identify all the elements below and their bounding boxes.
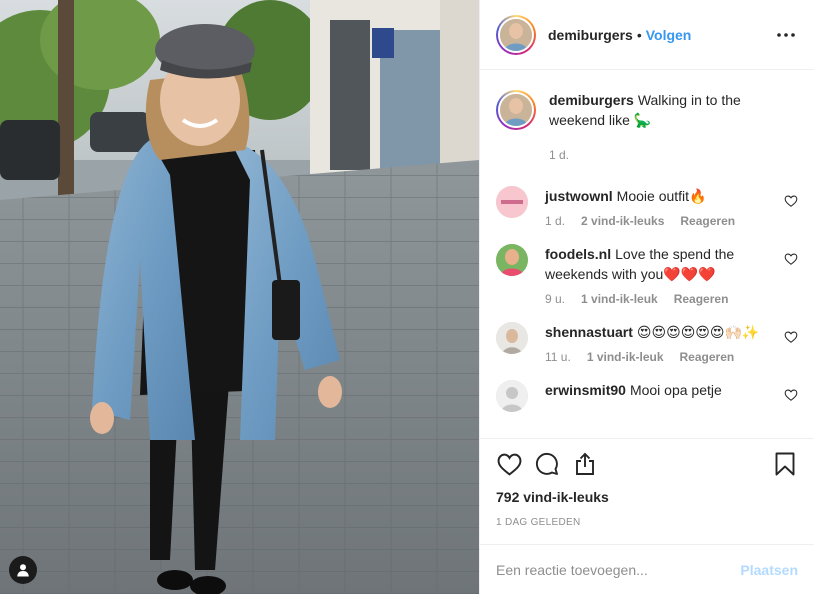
- comment-like-heart-icon[interactable]: [784, 330, 798, 344]
- comment-age[interactable]: 9 u.: [545, 292, 565, 306]
- comment-text: 😍😍😍😍😍😍🙌🏻✨: [636, 324, 760, 340]
- reply-button[interactable]: Reageren: [674, 292, 729, 306]
- comment-likes[interactable]: 1 vind-ik-leuk: [581, 292, 658, 306]
- caption: demiburgers Walking in to the weekend lik…: [496, 90, 798, 162]
- comment-avatar[interactable]: [496, 380, 528, 412]
- comment-text: Mooie outfit🔥: [616, 188, 707, 204]
- post-dialog: demiburgers • Volgen demiburgers Walking…: [0, 0, 814, 594]
- reply-button[interactable]: Reageren: [680, 214, 735, 228]
- caption-avatar[interactable]: [496, 90, 536, 130]
- post-actions: 792 vind-ik-leuks 1 DAG GELEDEN: [480, 438, 814, 544]
- comments-list[interactable]: demiburgers Walking in to the weekend lik…: [480, 70, 814, 438]
- comment-username[interactable]: erwinsmit90: [545, 382, 626, 398]
- user-tag-icon: [17, 564, 29, 577]
- likes-count[interactable]: 792 vind-ik-leuks: [496, 489, 798, 505]
- comment-like-heart-icon[interactable]: [784, 252, 798, 266]
- post-sidebar: demiburgers • Volgen demiburgers Walking…: [479, 0, 814, 594]
- comment-username[interactable]: justwownl: [545, 188, 613, 204]
- add-comment-input[interactable]: [496, 561, 741, 578]
- author-username-link[interactable]: demiburgers: [548, 27, 633, 43]
- comment-age[interactable]: 11 u.: [545, 350, 571, 364]
- share-button[interactable]: [572, 451, 598, 477]
- comment-item: erwinsmit90 Mooi opa petje: [496, 380, 798, 412]
- caption-age[interactable]: 1 d.: [549, 148, 569, 162]
- follow-button[interactable]: Volgen: [646, 27, 692, 43]
- comment-avatar-image: [496, 322, 528, 354]
- comment-avatar[interactable]: [496, 322, 528, 354]
- save-button[interactable]: [772, 451, 798, 477]
- post-comment-button[interactable]: Plaatsen: [740, 562, 798, 578]
- comment-likes[interactable]: 1 vind-ik-leuk: [587, 350, 664, 364]
- caption-username[interactable]: demiburgers: [549, 92, 634, 108]
- comment-avatar-image: [496, 380, 528, 412]
- comment-age[interactable]: 1 d.: [545, 214, 565, 228]
- more-horizontal-icon: [777, 32, 795, 37]
- comment-button[interactable]: [534, 451, 560, 477]
- comment-item: foodels.nl Love the spend the weekends wi…: [496, 244, 798, 306]
- bookmark-icon: [775, 452, 795, 476]
- comment-item: justwownl Mooie outfit🔥 1 d. 2 vind-ik-le…: [496, 186, 798, 228]
- comment-username[interactable]: foodels.nl: [545, 246, 611, 262]
- post-photo[interactable]: [0, 0, 479, 594]
- comment-avatar[interactable]: [496, 244, 528, 276]
- caption-avatar-image: [500, 94, 532, 126]
- author-avatar[interactable]: [496, 14, 536, 55]
- post-timestamp[interactable]: 1 DAG GELEDEN: [496, 517, 798, 544]
- comment-username[interactable]: shennastuart: [545, 324, 633, 340]
- reply-button[interactable]: Reageren: [680, 350, 735, 364]
- comment-text: Mooi opa petje: [629, 382, 722, 398]
- add-comment-bar: Plaatsen: [480, 544, 814, 594]
- comment-like-heart-icon[interactable]: [784, 388, 798, 402]
- street-photo-illustration: [0, 0, 479, 594]
- heart-icon: [497, 453, 521, 476]
- comment-likes[interactable]: 2 vind-ik-leuks: [581, 214, 664, 228]
- header-separator: •: [636, 26, 642, 43]
- post-header: demiburgers • Volgen: [480, 0, 814, 70]
- comment-avatar[interactable]: [496, 186, 528, 218]
- comment-avatar-image: [496, 244, 528, 276]
- like-button[interactable]: [496, 451, 522, 477]
- more-options-button[interactable]: [774, 23, 798, 47]
- author-avatar-image: [500, 18, 532, 51]
- share-icon: [576, 452, 594, 475]
- comment-like-heart-icon[interactable]: [784, 194, 798, 208]
- comment-item: shennastuart 😍😍😍😍😍😍🙌🏻✨ 11 u. 1 vind-ik-le…: [496, 322, 798, 364]
- comment-icon: [535, 452, 558, 475]
- user-tag-button[interactable]: [9, 556, 37, 584]
- comment-avatar-image: [496, 186, 528, 218]
